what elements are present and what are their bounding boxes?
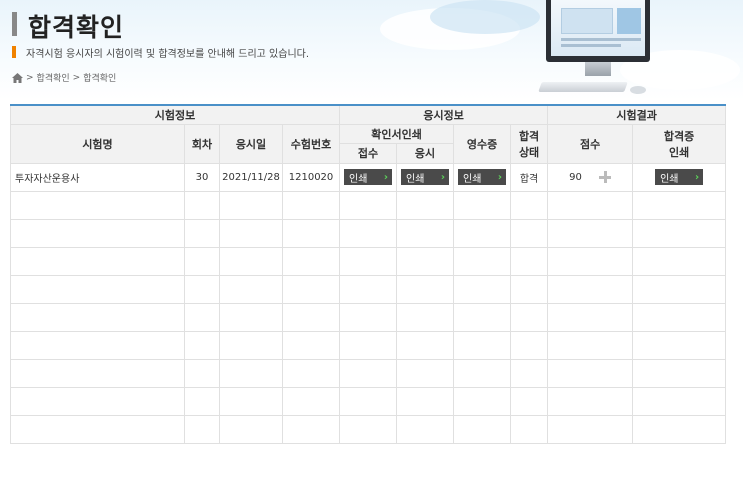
breadcrumb-item[interactable]: 합격확인 bbox=[83, 71, 116, 84]
group-header-apply-info: 응시정보 bbox=[339, 104, 549, 125]
empty-table-row bbox=[10, 302, 727, 332]
column-header-exam-number: 수험번호 bbox=[281, 123, 341, 164]
cell-cert-print: 인쇄 › bbox=[632, 162, 727, 192]
header-banner: 합격확인 자격시험 응시자의 시험이력 및 합격정보를 안내해 드리고 있습니다… bbox=[0, 0, 743, 100]
title-marker bbox=[12, 12, 17, 36]
cell-apply-confirm: 인쇄 › bbox=[396, 162, 455, 192]
cloud-decoration bbox=[430, 0, 540, 34]
column-header-round: 회차 bbox=[184, 123, 220, 164]
empty-table-row bbox=[10, 246, 727, 276]
group-header-exam-info: 시험정보 bbox=[9, 104, 341, 125]
cell-round: 30 bbox=[184, 162, 220, 192]
breadcrumb: > 합격확인 > 합격확인 bbox=[12, 71, 116, 84]
group-header-exam-result: 시험결과 bbox=[547, 104, 727, 125]
receipt-print-button[interactable]: 인쇄 › bbox=[458, 169, 507, 185]
result-table: 시험정보 응시정보 시험결과 시험명 회차 응시일 수험번호 확인서인쇄 영수증… bbox=[9, 104, 727, 444]
empty-table-row bbox=[10, 386, 727, 416]
column-header-receipt-confirm: 접수 bbox=[339, 142, 398, 164]
cell-pass-status: 합격 bbox=[510, 162, 549, 192]
column-header-pass-status-line1: 합격 bbox=[518, 129, 540, 143]
cell-receipt: 인쇄 › bbox=[453, 162, 512, 192]
column-header-pass-status-line2: 상태 bbox=[518, 145, 540, 159]
column-header-exam-date: 응시일 bbox=[219, 123, 283, 164]
page-title: 합격확인 bbox=[28, 13, 125, 42]
score-value: 90 bbox=[569, 172, 582, 183]
column-header-cert-print-line2: 인쇄 bbox=[668, 145, 690, 159]
empty-table-row bbox=[10, 218, 727, 248]
breadcrumb-item[interactable]: 합격확인 bbox=[37, 71, 70, 84]
cell-score: 90 bbox=[547, 162, 634, 192]
certificate-print-button[interactable]: 인쇄 › bbox=[655, 169, 704, 185]
print-button-label: 인쇄 bbox=[406, 173, 425, 185]
empty-table-row bbox=[10, 330, 727, 360]
cell-exam-date: 2021/11/28 bbox=[219, 162, 283, 192]
table-row: 투자자산운용사 30 2021/11/28 1210020 인쇄 › 인쇄 › … bbox=[10, 162, 727, 192]
home-icon[interactable] bbox=[12, 72, 23, 83]
column-header-score: 점수 bbox=[547, 123, 634, 164]
cell-exam-number: 1210020 bbox=[281, 162, 341, 192]
chevron-right-icon: › bbox=[694, 171, 700, 183]
page-subtitle: 자격시험 응시자의 시험이력 및 합격정보를 안내해 드리고 있습니다. bbox=[26, 49, 310, 60]
chevron-right-icon: › bbox=[440, 171, 446, 183]
subtitle-marker bbox=[12, 46, 16, 58]
column-header-apply-confirm: 응시 bbox=[396, 142, 455, 164]
column-header-confirm-print: 확인서인쇄 bbox=[339, 123, 455, 144]
monitor-illustration bbox=[538, 0, 655, 100]
cell-receipt-confirm: 인쇄 › bbox=[339, 162, 398, 192]
empty-table-row bbox=[10, 414, 727, 444]
print-button-label: 인쇄 bbox=[349, 173, 368, 185]
print-button-label: 인쇄 bbox=[463, 173, 482, 185]
print-button-label: 인쇄 bbox=[660, 173, 679, 185]
empty-table-row bbox=[10, 190, 727, 220]
cell-exam-name: 투자자산운용사 bbox=[10, 162, 185, 192]
column-header-cert-print-line1: 합격증 bbox=[663, 129, 695, 143]
column-header-cert-print: 합격증 인쇄 bbox=[632, 123, 727, 164]
column-header-exam-name: 시험명 bbox=[10, 123, 185, 164]
chevron-right-icon: › bbox=[497, 171, 503, 183]
column-header-pass-status: 합격 상태 bbox=[510, 123, 549, 164]
column-header-receipt: 영수증 bbox=[453, 123, 512, 164]
receipt-confirm-print-button[interactable]: 인쇄 › bbox=[344, 169, 393, 185]
apply-confirm-print-button[interactable]: 인쇄 › bbox=[401, 169, 450, 185]
breadcrumb-separator: > bbox=[72, 72, 81, 83]
chevron-right-icon: › bbox=[383, 171, 389, 183]
empty-table-row bbox=[10, 358, 727, 388]
plus-icon[interactable] bbox=[599, 171, 612, 183]
breadcrumb-separator: > bbox=[26, 72, 34, 83]
empty-table-row bbox=[10, 274, 727, 304]
